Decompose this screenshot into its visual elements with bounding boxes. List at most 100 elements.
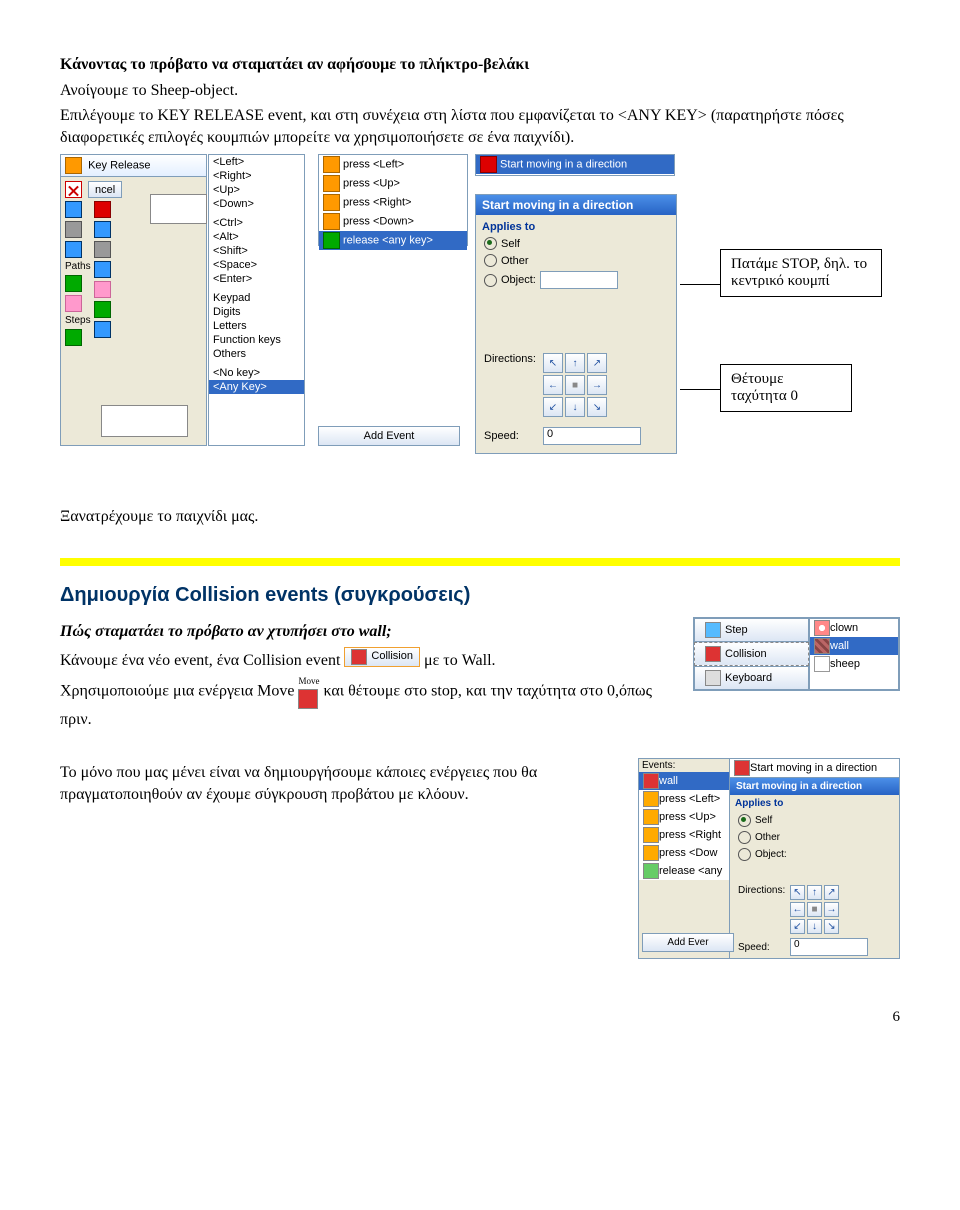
list-item[interactable]: <Right> xyxy=(209,169,304,183)
tool-icon[interactable] xyxy=(65,221,82,238)
list-item[interactable]: <Enter> xyxy=(209,272,304,286)
dir-s[interactable]: ↓ xyxy=(565,397,585,417)
tool-icon[interactable] xyxy=(94,221,111,238)
list-item[interactable]: <Up> xyxy=(209,183,304,197)
dir-nw[interactable]: ↖ xyxy=(543,353,563,373)
sheep-icon xyxy=(814,656,830,672)
tool-icon[interactable] xyxy=(94,261,111,278)
submenu-clown[interactable]: clown xyxy=(810,619,898,637)
add-event-button-small[interactable]: Add Ever xyxy=(642,933,734,952)
event-wall[interactable]: wall xyxy=(639,772,729,790)
tool-icon[interactable] xyxy=(94,201,111,218)
submenu-sheep[interactable]: sheep xyxy=(810,655,898,673)
list-item-selected[interactable]: <Any Key> xyxy=(209,380,304,394)
list-item[interactable]: <No key> xyxy=(209,366,304,380)
radio-self[interactable] xyxy=(484,237,497,250)
mini-radio-object[interactable] xyxy=(738,848,751,861)
dir-e[interactable]: → xyxy=(824,902,839,917)
collision-icon xyxy=(351,649,367,665)
event-item[interactable]: press <Left> xyxy=(319,155,467,174)
list-item[interactable]: <Space> xyxy=(209,258,304,272)
radio-other[interactable] xyxy=(484,254,497,267)
tool-icon[interactable] xyxy=(65,201,82,218)
list-item[interactable]: <Ctrl> xyxy=(209,216,304,230)
tool-icon[interactable] xyxy=(94,281,111,298)
menu-collision[interactable]: Collision xyxy=(694,642,809,666)
clown-icon xyxy=(814,620,830,636)
list-item[interactable]: Keypad xyxy=(209,291,304,305)
key-icon xyxy=(323,175,340,192)
dir-ne[interactable]: ↗ xyxy=(824,885,839,900)
paragraph: Ανοίγουμε το Sheep-object. xyxy=(60,80,900,102)
event-item[interactable]: press <Dow xyxy=(639,844,729,862)
list-item[interactable]: <Alt> xyxy=(209,230,304,244)
radio-label: Other xyxy=(501,255,529,267)
list-item[interactable]: Others xyxy=(209,347,304,361)
cancel-icon[interactable] xyxy=(65,181,82,198)
dir-w[interactable]: ← xyxy=(790,902,805,917)
page-number: 6 xyxy=(60,1009,900,1026)
key-icon xyxy=(323,156,340,173)
tool-icon[interactable] xyxy=(65,241,82,258)
dir-ne[interactable]: ↗ xyxy=(587,353,607,373)
collision-chip[interactable]: Collision xyxy=(344,647,420,667)
separator xyxy=(60,558,900,566)
dir-se[interactable]: ↘ xyxy=(587,397,607,417)
list-item[interactable]: <Left> xyxy=(209,155,304,169)
submenu-wall[interactable]: wall xyxy=(810,637,898,655)
tool-icon[interactable] xyxy=(65,329,82,346)
dir-w[interactable]: ← xyxy=(543,375,563,395)
list-item[interactable]: Letters xyxy=(209,319,304,333)
list-item[interactable]: Digits xyxy=(209,305,304,319)
sidebar-label-paths: Paths xyxy=(65,261,91,272)
speed-label: Speed: xyxy=(484,430,539,442)
tool-icon[interactable] xyxy=(65,295,82,312)
menu-keyboard[interactable]: Keyboard xyxy=(694,666,809,690)
mini-radio-self[interactable] xyxy=(738,814,751,827)
dir-n[interactable]: ↑ xyxy=(565,353,585,373)
dir-stop[interactable]: ■ xyxy=(565,375,585,395)
event-item[interactable]: press <Up> xyxy=(639,808,729,826)
menu-step[interactable]: Step xyxy=(694,618,809,642)
key-icon xyxy=(643,827,659,843)
list-item[interactable]: Function keys xyxy=(209,333,304,347)
question: Πώς σταματάει το πρόβατο αν χτυπήσει στο… xyxy=(60,621,683,643)
move-icon[interactable] xyxy=(298,689,318,709)
dir-n[interactable]: ↑ xyxy=(807,885,822,900)
applies-label: Applies to xyxy=(476,215,676,235)
list-item[interactable]: <Down> xyxy=(209,197,304,211)
event-item[interactable]: release <any xyxy=(639,862,729,880)
panel-header: Key Release xyxy=(88,160,150,172)
list-item[interactable]: <Shift> xyxy=(209,244,304,258)
radio-object[interactable] xyxy=(484,274,497,287)
action-item[interactable]: Start moving in a direction xyxy=(730,759,899,777)
mini-radio-other[interactable] xyxy=(738,831,751,844)
dir-stop[interactable]: ■ xyxy=(807,902,822,917)
paragraph: Χρησιμοποιούμε μια ενέργεια Move Move κα… xyxy=(60,675,683,730)
cancel-button[interactable]: ncel xyxy=(88,181,122,198)
event-item[interactable]: press <Down> xyxy=(319,212,467,231)
tool-icon[interactable] xyxy=(65,275,82,292)
event-item[interactable]: press <Left> xyxy=(639,790,729,808)
mini-speed-input[interactable]: 0 xyxy=(790,938,868,956)
action-item[interactable]: Start moving in a direction xyxy=(476,155,674,174)
event-item[interactable]: press <Right> xyxy=(319,193,467,212)
speed-input[interactable]: 0 xyxy=(543,427,641,445)
dir-sw[interactable]: ↙ xyxy=(790,919,805,934)
dir-sw[interactable]: ↙ xyxy=(543,397,563,417)
tool-icon[interactable] xyxy=(94,241,111,258)
object-field[interactable] xyxy=(540,271,618,289)
collision-icon xyxy=(705,646,721,662)
tool-icon[interactable] xyxy=(94,301,111,318)
dir-nw[interactable]: ↖ xyxy=(790,885,805,900)
dir-se[interactable]: ↘ xyxy=(824,919,839,934)
event-item[interactable]: press <Right xyxy=(639,826,729,844)
key-icon xyxy=(323,194,340,211)
add-event-button[interactable]: Add Event xyxy=(318,426,460,446)
event-item[interactable]: press <Up> xyxy=(319,174,467,193)
events-header: Events: xyxy=(639,759,729,772)
dir-s[interactable]: ↓ xyxy=(807,919,822,934)
tool-icon[interactable] xyxy=(94,321,111,338)
mini-directions-label: Directions: xyxy=(738,885,786,896)
dir-e[interactable]: → xyxy=(587,375,607,395)
